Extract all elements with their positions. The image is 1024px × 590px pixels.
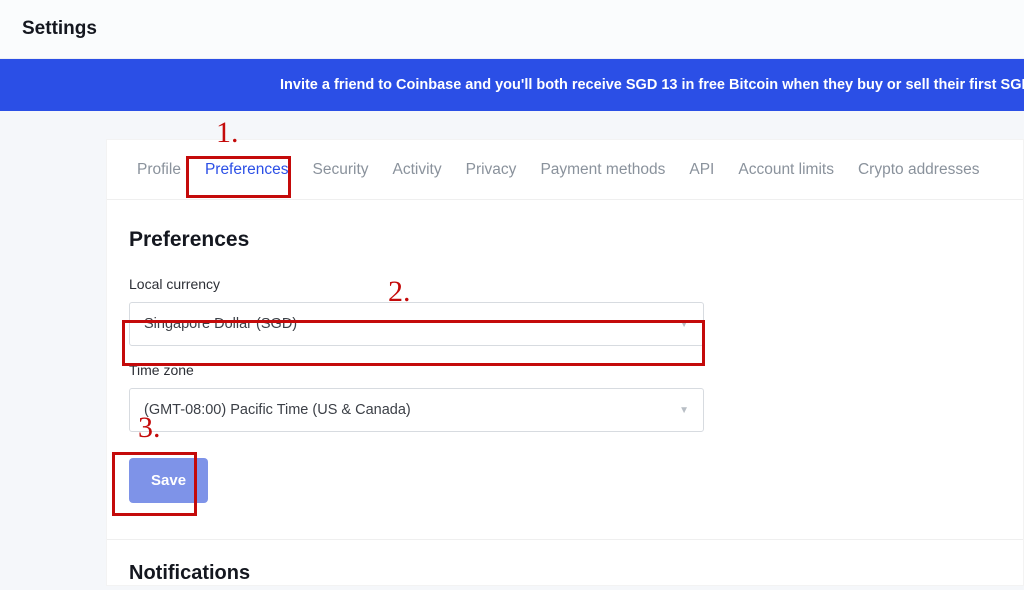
- tab-api[interactable]: API: [677, 143, 726, 197]
- settings-tabs: Profile Preferences Security Activity Pr…: [107, 140, 1023, 200]
- tab-account-limits[interactable]: Account limits: [726, 143, 846, 197]
- timezone-select[interactable]: (GMT-08:00) Pacific Time (US & Canada) ▼: [129, 388, 704, 432]
- save-button[interactable]: Save: [129, 458, 208, 503]
- timezone-label: Time zone: [129, 362, 1001, 378]
- currency-label: Local currency: [129, 276, 1001, 292]
- tab-preferences[interactable]: Preferences: [193, 143, 301, 197]
- settings-card: Profile Preferences Security Activity Pr…: [106, 139, 1024, 586]
- timezone-value: (GMT-08:00) Pacific Time (US & Canada): [144, 402, 411, 418]
- banner-text: Invite a friend to Coinbase and you'll b…: [280, 77, 1024, 93]
- currency-select[interactable]: Singapore Dollar (SGD) ▼: [129, 302, 704, 346]
- tab-profile[interactable]: Profile: [125, 143, 193, 197]
- referral-banner[interactable]: Invite a friend to Coinbase and you'll b…: [0, 59, 1024, 111]
- page-title: Settings: [22, 18, 1002, 40]
- preferences-heading: Preferences: [129, 228, 1001, 252]
- chevron-down-icon: ▼: [679, 319, 689, 330]
- top-header: Settings: [0, 0, 1024, 59]
- tab-crypto-addresses[interactable]: Crypto addresses: [846, 143, 991, 197]
- currency-value: Singapore Dollar (SGD): [144, 316, 297, 332]
- tab-security[interactable]: Security: [301, 143, 381, 197]
- notifications-heading: Notifications: [107, 540, 1023, 585]
- preferences-section: Preferences Local currency Singapore Dol…: [107, 200, 1023, 513]
- tab-activity[interactable]: Activity: [381, 143, 454, 197]
- tab-privacy[interactable]: Privacy: [454, 143, 529, 197]
- tab-payment-methods[interactable]: Payment methods: [528, 143, 677, 197]
- chevron-down-icon: ▼: [679, 405, 689, 416]
